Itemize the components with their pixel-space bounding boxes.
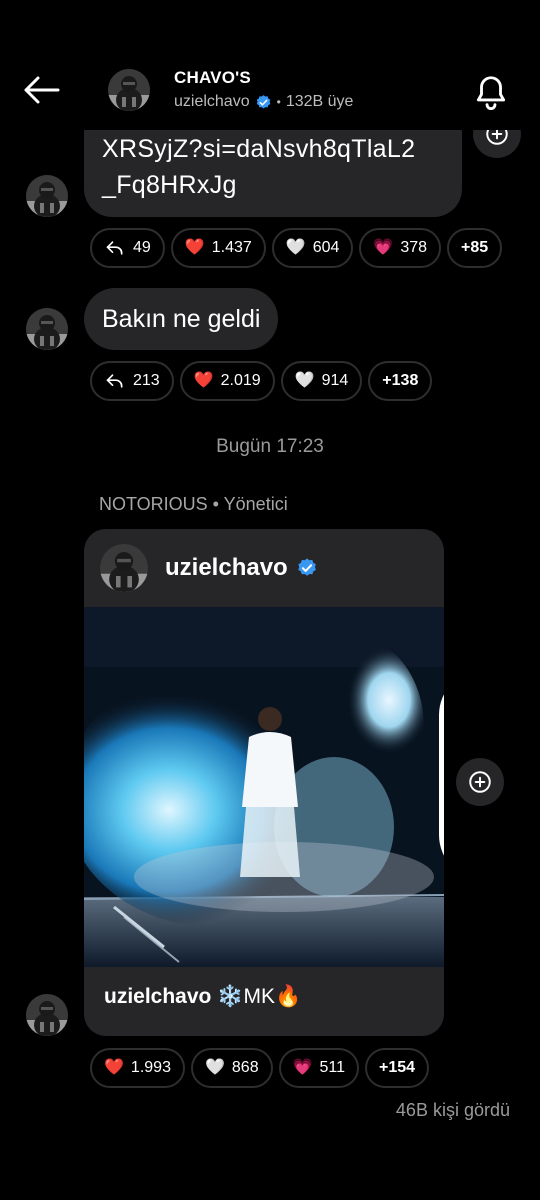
post-author-avatar[interactable]: [100, 544, 148, 592]
reaction-red-heart[interactable]: ❤️ 1.437: [170, 228, 266, 268]
sender-avatar[interactable]: [26, 308, 68, 350]
white-heart-icon: 🤍: [204, 1059, 225, 1076]
text-message-text: Bakın ne geldi: [102, 305, 261, 333]
link-message-text: XRSyjZ?si=daNsvh8qTlaL2 _Fq8HRxJg: [102, 135, 416, 199]
pink-heart-icon: 💗: [292, 1059, 313, 1076]
reply-count-chip[interactable]: 213: [90, 361, 174, 401]
more-reactions-chip[interactable]: +138: [368, 361, 433, 401]
red-heart-icon: ❤️: [193, 372, 214, 389]
more-reactions-chip[interactable]: +154: [365, 1048, 430, 1088]
reaction-white-heart[interactable]: 🤍 604: [271, 228, 354, 268]
text-message-reactions: 213 ❤️ 2.019 🤍 914 +138: [90, 361, 433, 401]
shared-post-card[interactable]: uzielchavo uzielchavo ❄️MK🔥: [84, 529, 444, 1036]
reaction-red-heart[interactable]: ❤️ 1.993: [90, 1048, 185, 1088]
pink-heart-icon: 💗: [373, 239, 394, 256]
post-caption: uzielchavo ❄️MK🔥: [104, 985, 301, 1009]
reaction-pink-heart[interactable]: 💗 511: [278, 1048, 360, 1088]
sender-avatar[interactable]: [26, 175, 68, 217]
white-heart-icon: 🤍: [285, 239, 306, 256]
sender-label: NOTORIOUS • Yönetici: [99, 494, 288, 514]
post-reactions: ❤️ 1.993 🤍 868 💗 511 +154: [90, 1048, 430, 1088]
separator: •: [276, 95, 281, 109]
more-reactions-chip[interactable]: +85: [447, 228, 503, 268]
verified-badge-icon: [255, 94, 272, 111]
add-reaction-icon: [469, 771, 491, 793]
post-author[interactable]: uzielchavo: [165, 554, 318, 582]
reply-count-chip[interactable]: 49: [90, 228, 165, 268]
member-count: 132B üye: [285, 93, 354, 110]
reply-icon: [104, 371, 126, 391]
reaction-pink-heart[interactable]: 💗 378: [359, 228, 442, 268]
caption-text: ❄️MK🔥: [217, 985, 302, 1008]
sender-avatar[interactable]: [26, 994, 68, 1036]
bell-icon: [476, 76, 506, 111]
seen-count: 46B kişi gördü: [395, 1100, 510, 1120]
notifications-button[interactable]: [472, 72, 512, 112]
white-heart-icon: 🤍: [294, 372, 315, 389]
carousel-icon: [394, 625, 444, 856]
channel-subtitle: uzielchavo • 132B üye: [174, 93, 353, 111]
channel-avatar[interactable]: [108, 69, 150, 111]
red-heart-icon: ❤️: [184, 239, 205, 256]
text-message-bubble[interactable]: Bakın ne geldi: [84, 288, 279, 350]
channel-owner: uzielchavo: [174, 93, 250, 110]
reply-icon: [104, 238, 126, 258]
verified-badge-icon: [296, 557, 318, 579]
add-reaction-button[interactable]: [456, 758, 504, 806]
reaction-white-heart[interactable]: 🤍 914: [280, 361, 363, 401]
back-button[interactable]: [22, 72, 62, 108]
post-author-name: uzielchavo: [165, 554, 288, 581]
channel-header: CHAVO'S uzielchavo • 132B üye: [0, 0, 540, 130]
red-heart-icon: ❤️: [104, 1059, 124, 1076]
link-message-reactions: 49 ❤️ 1.437 🤍 604 💗 378 +85: [90, 228, 503, 268]
post-header[interactable]: uzielchavo: [84, 529, 444, 607]
concert-smoke-photo: [84, 607, 444, 967]
reaction-white-heart[interactable]: 🤍 868: [190, 1048, 273, 1088]
reaction-red-heart[interactable]: ❤️ 2.019: [179, 361, 275, 401]
caption-username: uzielchavo: [104, 985, 212, 1008]
timestamp-divider: Bugün 17:23: [216, 436, 324, 457]
channel-title[interactable]: CHAVO'S: [174, 68, 251, 88]
post-image[interactable]: [84, 607, 444, 967]
back-arrow-icon: [24, 76, 60, 104]
